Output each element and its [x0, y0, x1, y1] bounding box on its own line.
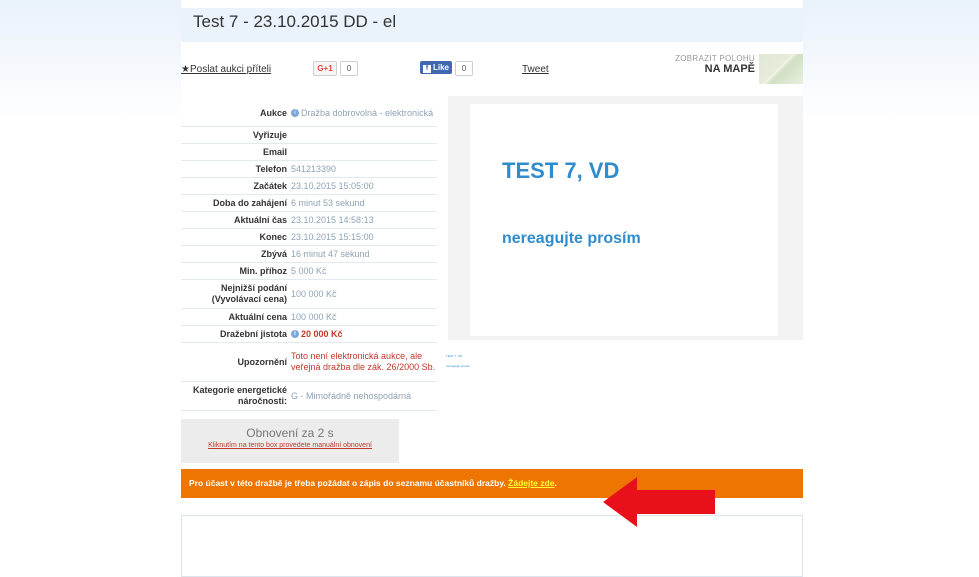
info-label: Vyřizuje [252, 129, 287, 140]
info-label: Doba do zahájení [212, 197, 287, 208]
info-label: Začátek [253, 180, 287, 191]
facebook-like-count: 0 [455, 61, 474, 76]
map-thumbnail[interactable] [759, 54, 803, 84]
info-label: Zbývá [260, 248, 287, 259]
info-label: Min. příhoz [239, 265, 288, 276]
banner-dot: . [554, 478, 557, 488]
show-on-map-line2: NA MAPĚ [704, 63, 755, 75]
facebook-like-widget: f Like 0 [420, 61, 474, 79]
info-value: 5 000 Kč [291, 265, 327, 276]
mini-thumbnail-line2: nereagujte prosím [446, 364, 471, 368]
red-arrow-icon [603, 477, 715, 527]
gplus-count: 0 [340, 61, 358, 76]
info-value: 23.10.2015 14:58:13 [291, 214, 374, 225]
info-label: Aktuální čas [233, 214, 287, 225]
info-icon[interactable]: i [291, 330, 299, 339]
info-value: G - Mimořádně nehospodárná [291, 390, 412, 401]
info-row: Min. příhoz 5 000 Kč [181, 263, 437, 280]
title-bar: Test 7 - 23.10.2015 DD - el [181, 8, 803, 42]
info-value: Toto není elektronická aukce, ale veřejn… [291, 351, 436, 372]
info-value: 100 000 Kč [291, 311, 337, 322]
info-label: Telefon [255, 163, 287, 174]
page-title: Test 7 - 23.10.2015 DD - el [193, 12, 397, 31]
info-row: Aktuální čas 23.10.2015 14:58:13 [181, 212, 437, 229]
info-value: 16 minut 47 sekund [291, 248, 370, 259]
info-label: Nejnižší podání (Vyvolávací cena) [211, 283, 287, 304]
info-row: Dražební jistota i 20 000 Kč [181, 326, 437, 343]
info-row: Nejnižší podání (Vyvolávací cena) 100 00… [181, 280, 437, 309]
info-value: 541213390 [291, 163, 337, 174]
request-registration-link[interactable]: Žádejte zde [508, 478, 554, 488]
mini-thumbnail[interactable]: TEST 7, VD nereagujte prosím [446, 351, 470, 371]
info-value: 6 minut 53 sekund [291, 197, 365, 208]
banner-text: Pro účast v této dražbě je třeba požádat… [189, 478, 506, 488]
info-label: Upozornění [237, 356, 288, 367]
show-on-map-link[interactable]: ZOBRAZIT POLOHU NA MAPĚ [675, 54, 755, 75]
info-value: Dražba dobrovolná - elektronická [301, 107, 434, 118]
show-on-map-line1: ZOBRAZIT POLOHU [675, 54, 755, 63]
refresh-title: Obnovení za 2 s [246, 426, 334, 440]
info-row: Aktuální cena 100 000 Kč [181, 309, 437, 326]
info-row: Začátek 23.10.2015 15:05:00 [181, 178, 437, 195]
info-value-wrap: i Dražba dobrovolná - elektronická [291, 108, 437, 119]
info-label: Dražební jistota [219, 328, 287, 339]
info-row: Upozornění Toto není elektronická aukce,… [181, 343, 437, 382]
preview-heading: TEST 7, VD [502, 158, 620, 183]
info-row: Telefon 541213390 [181, 161, 437, 178]
preview-slide: TEST 7, VD nereagujte prosím [470, 104, 778, 336]
send-to-friend-link[interactable]: ★Poslat aukci příteli [181, 64, 271, 75]
star-icon: ★ [181, 64, 190, 75]
facebook-like-button[interactable]: f Like [420, 61, 453, 74]
facebook-like-label: Like [433, 63, 450, 72]
info-row: Vyřizuje [181, 127, 437, 144]
info-row: Aukce i Dražba dobrovolná - elektronická [181, 100, 437, 127]
info-label: Aukce [259, 107, 287, 118]
send-to-friend-label: Poslat aukci příteli [189, 64, 272, 75]
info-value: 23.10.2015 15:15:00 [291, 231, 374, 242]
gplus-button[interactable]: G+1 [313, 61, 337, 76]
info-row: Kategorie energetické náročnosti: G - Mi… [181, 382, 437, 411]
refresh-box[interactable]: Obnovení za 2 s Kliknutím na tento box p… [181, 419, 399, 463]
facebook-icon: f [423, 65, 431, 73]
mini-thumbnail-line1: TEST 7, VD [446, 354, 462, 358]
info-row: Konec 23.10.2015 15:15:00 [181, 229, 437, 246]
preview-subtitle: nereagujte prosím [502, 230, 641, 247]
tweet-link[interactable]: Tweet [522, 64, 549, 75]
info-row: Email [181, 144, 437, 161]
info-value: 23.10.2015 15:05:00 [291, 180, 374, 191]
auction-page: Test 7 - 23.10.2015 DD - el ★Poslat aukc… [181, 0, 803, 577]
auction-info-table: Aukce i Dražba dobrovolná - elektronická … [181, 100, 437, 463]
info-icon[interactable]: i [291, 109, 299, 118]
info-label: Aktuální cena [228, 311, 287, 322]
share-row: ★Poslat aukci příteli G+1 0 f Like 0 Tweet … [181, 54, 803, 86]
info-row: Doba do zahájení 6 minut 53 sekund [181, 195, 437, 212]
refresh-link[interactable]: Kliknutím na tento box provedete manuáln… [181, 442, 399, 449]
info-label: Konec [259, 231, 287, 242]
info-value-wrap: i 20 000 Kč [291, 329, 437, 340]
banner-text-wrap: Pro účast v této dražbě je třeba požádat… [189, 478, 557, 488]
info-value: 100 000 Kč [291, 288, 337, 299]
info-row: Zbývá 16 minut 47 sekund [181, 246, 437, 263]
info-label: Kategorie energetické náročnosti: [192, 385, 287, 406]
info-value: 20 000 Kč [301, 328, 343, 339]
document-preview[interactable]: TEST 7, VD nereagujte prosím [448, 96, 803, 340]
info-label: Email [262, 146, 287, 157]
gplus-widget: G+1 0 [313, 61, 358, 76]
